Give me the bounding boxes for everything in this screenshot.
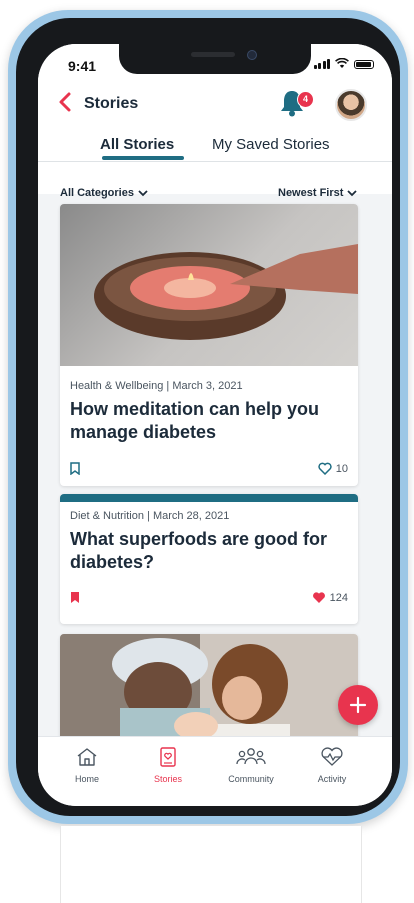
like-count-value: 10 — [335, 462, 348, 475]
story-card[interactable]: Health & Wellbeing | March 3, 2021 How m… — [60, 204, 358, 486]
story-image-candle — [60, 204, 358, 366]
chevron-down-icon — [347, 189, 358, 196]
active-tab-indicator — [102, 156, 184, 160]
status-time: 9:41 — [68, 58, 97, 74]
stories-icon — [160, 747, 176, 767]
bookmark-outline-icon[interactable] — [70, 462, 80, 475]
heart-filled-icon — [312, 592, 325, 603]
heart-outline-icon — [318, 462, 332, 475]
notification-badge: 4 — [297, 91, 314, 108]
story-title[interactable]: How meditation can help you manage diabe… — [70, 398, 350, 444]
chevron-down-icon — [138, 189, 148, 196]
sort-label: Newest First — [278, 187, 344, 199]
like-count-value: 124 — [329, 591, 348, 604]
story-card[interactable]: Diet & Nutrition | March 28, 2021 What s… — [60, 494, 358, 624]
like-count[interactable]: 124 — [312, 591, 348, 604]
notch — [119, 44, 311, 74]
story-tabs: All Stories My Saved Stories — [38, 132, 392, 160]
community-icon — [236, 748, 266, 765]
category-dropdown[interactable]: All Categories — [60, 187, 148, 199]
nav-home[interactable]: Home — [47, 747, 127, 784]
battery-icon — [354, 60, 374, 69]
candle-illustration — [94, 244, 358, 340]
story-meta: Health & Wellbeing | March 3, 2021 — [70, 380, 243, 392]
wifi-icon — [335, 58, 349, 68]
nav-label: Home — [74, 774, 99, 784]
page-title: Stories — [84, 95, 139, 112]
nav-label: Activity — [317, 774, 347, 784]
add-story-button[interactable] — [338, 685, 378, 725]
home-icon — [77, 748, 97, 766]
tab-all-stories[interactable]: All Stories — [100, 136, 174, 153]
back-arrow-icon[interactable] — [56, 91, 76, 113]
nav-community[interactable]: Community — [211, 747, 291, 784]
nav-stories[interactable]: Stories — [128, 747, 208, 784]
bookmark-filled-icon[interactable] — [70, 591, 80, 604]
front-camera — [247, 50, 257, 60]
sort-dropdown[interactable]: Newest First — [278, 187, 358, 199]
story-meta: Diet & Nutrition | March 28, 2021 — [70, 510, 230, 522]
phone-screen: 9:41 Stories 4 All Stories My Saved Stor… — [38, 44, 392, 806]
nav-label: Community — [228, 774, 274, 784]
nav-label: Stories — [153, 774, 182, 784]
nav-activity[interactable]: Activity — [292, 747, 372, 784]
avatar[interactable] — [335, 89, 367, 121]
status-icons — [313, 58, 374, 69]
category-label: All Categories — [60, 187, 134, 199]
tab-my-saved-stories[interactable]: My Saved Stories — [212, 136, 330, 153]
bottom-navigation: Home Stories Community Activity — [38, 736, 392, 806]
tab-divider — [38, 161, 392, 162]
story-title[interactable]: What superfoods are good for diabetes? — [70, 528, 350, 574]
background-panel — [60, 826, 362, 903]
filter-bar: All Categories Newest First — [38, 182, 392, 202]
like-count[interactable]: 10 — [318, 462, 348, 475]
activity-icon — [321, 747, 343, 766]
signal-icon — [313, 59, 330, 69]
speaker — [191, 52, 235, 57]
plus-icon — [349, 696, 367, 714]
